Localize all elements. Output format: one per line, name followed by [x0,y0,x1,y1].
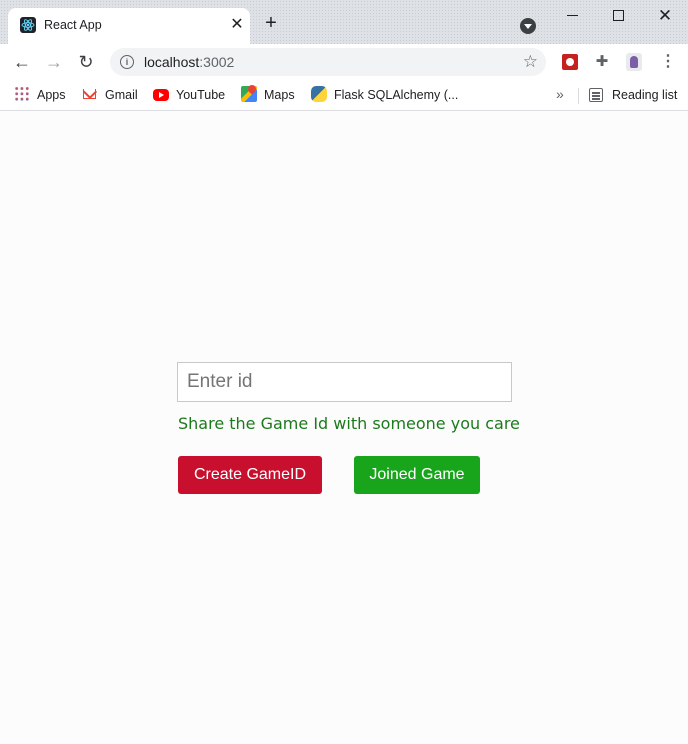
reload-icon[interactable]: ↻ [76,52,96,72]
maps-icon [241,86,257,102]
reading-list-button[interactable]: Reading list [589,86,677,104]
forward-arrow-icon[interactable]: → [44,52,64,72]
bookmark-label: Apps [37,88,66,102]
bookmark-flask[interactable]: Flask SQLAlchemy (... [311,86,458,104]
bookmark-label: Gmail [105,88,138,102]
bookmarks-divider [578,88,579,104]
share-hint-text: Share the Game Id with someone you care [178,414,520,433]
react-icon [20,17,36,33]
maximize-icon[interactable] [608,6,630,26]
tab-title: React App [44,18,102,32]
bookmark-star-icon[interactable]: ☆ [523,53,538,71]
reading-list-label: Reading list [612,88,678,102]
site-info-icon[interactable]: i [120,55,134,69]
url-text[interactable]: localhost:3002 [144,54,234,70]
bookmark-label: Maps [264,88,295,102]
extension-icon[interactable] [562,54,578,70]
python-icon [311,86,327,102]
browser-tab[interactable]: React App ✕ [8,8,250,44]
bookmark-label: YouTube [176,88,226,102]
joined-game-button[interactable]: Joined Game [354,456,480,494]
title-bar: React App ✕ + ✕ [0,0,688,44]
url-host: localhost [144,54,200,70]
bookmark-apps[interactable]: Apps [14,86,66,104]
url-port: :3002 [199,54,235,70]
apps-grid-icon [14,86,30,102]
bookmark-gmail[interactable]: Gmail [82,86,138,104]
profile-avatar[interactable] [626,53,642,71]
browser-menu-icon[interactable]: ⋮ [660,52,676,72]
new-tab-icon[interactable]: + [262,13,280,33]
gmail-icon [82,86,98,102]
window-close-icon[interactable]: ✕ [654,6,676,26]
bookmarks-bar: Apps Gmail YouTube Maps Flask SQLAlchemy… [0,80,688,111]
tab-close-icon[interactable]: ✕ [228,16,246,34]
bookmark-label: Flask SQLAlchemy (... [334,88,459,102]
address-bar[interactable]: i localhost:3002 ☆ [110,48,546,76]
bookmark-youtube[interactable]: YouTube [153,86,225,104]
create-game-id-button[interactable]: Create GameID [178,456,322,494]
bookmark-maps[interactable]: Maps [241,86,295,104]
tab-search-icon[interactable] [520,18,536,34]
game-id-input[interactable] [177,362,512,402]
browser-toolbar: ← → ↻ i localhost:3002 ☆ ✚ ⋮ [0,44,688,80]
back-arrow-icon[interactable]: ← [12,52,32,72]
youtube-icon [153,89,169,101]
reading-list-icon [589,88,603,102]
minimize-icon[interactable] [562,6,584,26]
extensions-puzzle-icon[interactable]: ✚ [594,54,610,70]
bookmarks-overflow-icon[interactable]: » [556,85,564,103]
